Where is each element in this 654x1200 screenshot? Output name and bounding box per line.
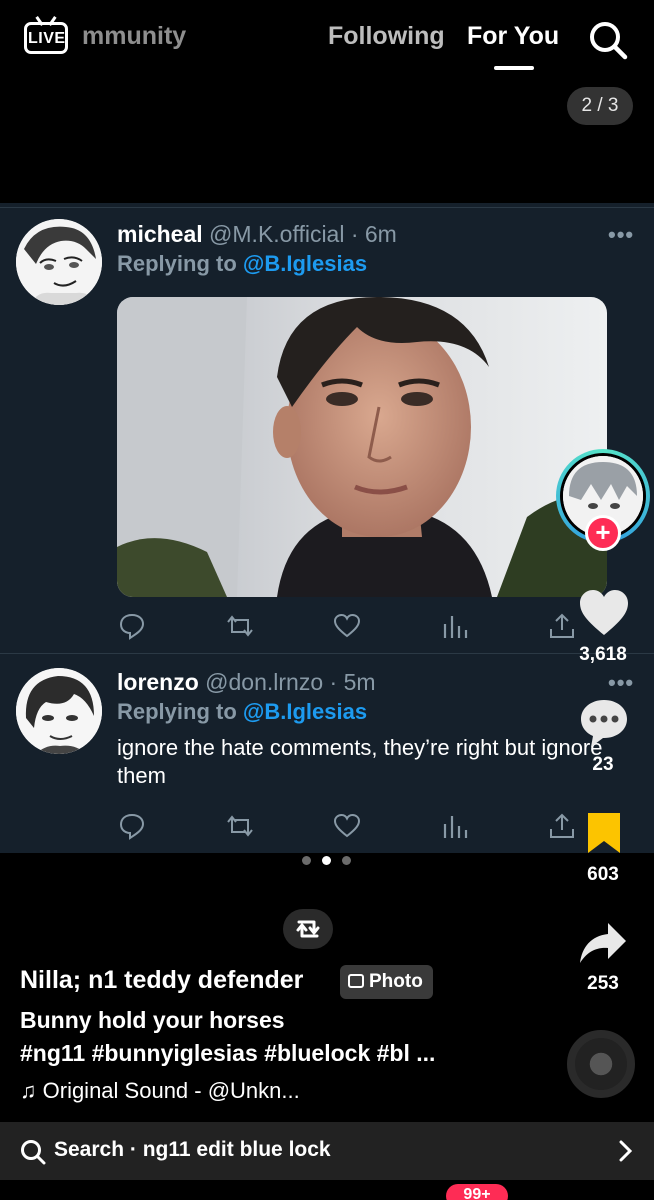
replying-prefix: Replying to — [117, 699, 237, 724]
live-icon[interactable]: LIVE — [24, 16, 68, 56]
retweet-icon[interactable] — [226, 612, 254, 640]
more-options-icon[interactable]: ••• — [608, 670, 634, 696]
carousel-dot[interactable] — [302, 856, 311, 865]
top-navigation: LIVE mmunity Following For You — [0, 0, 654, 90]
like-outline-icon[interactable] — [333, 812, 361, 840]
photo-page-counter: 2 / 3 — [567, 87, 633, 125]
bookmark-icon[interactable] — [586, 811, 622, 855]
share-arrow-icon[interactable] — [578, 921, 628, 965]
replying-to: Replying to @B.Iglesias — [117, 699, 367, 725]
share-count: 253 — [587, 973, 619, 994]
comment-icon[interactable] — [578, 697, 630, 749]
share-tweet-icon[interactable] — [548, 812, 576, 840]
avatar — [16, 668, 102, 754]
mention-link[interactable]: @B.Iglesias — [243, 699, 367, 724]
carousel-dot-active[interactable] — [322, 856, 331, 865]
photo-mode-badge[interactable]: Photo — [340, 965, 433, 999]
badge-label: Photo — [369, 971, 423, 992]
tab-for-you[interactable]: For You — [467, 22, 559, 51]
follow-plus-button[interactable]: + — [585, 515, 621, 551]
inbox-badge: 99+ — [446, 1184, 508, 1200]
tweet-text: ignore the hate comments, they’re right … — [117, 735, 603, 788]
bookmark-count: 603 — [587, 864, 619, 885]
photo-icon — [348, 974, 364, 988]
post-caption: Bunny hold your horses — [20, 1007, 285, 1033]
repost-button[interactable] — [283, 909, 333, 949]
music-disc-icon[interactable] — [567, 1030, 635, 1098]
search-suggestion: Search · ng11 edit blue lock — [54, 1138, 331, 1161]
post-hashtags[interactable]: #ng11 #bunnyiglesias #bluelock #bl ... — [20, 1040, 435, 1067]
bottom-tab-bar — [0, 1180, 654, 1200]
tweet-author[interactable]: micheal @M.K.official · 6m — [117, 221, 397, 248]
chevron-right-icon — [619, 1140, 633, 1162]
search-icon[interactable] — [588, 20, 628, 60]
handle-and-time: @don.lrnzo · 5m — [205, 669, 376, 695]
sound-row[interactable]: ♫ Original Sound - @Unkn... — [20, 1078, 300, 1104]
search-icon — [21, 1140, 46, 1165]
like-count: 3,618 — [579, 644, 627, 665]
handle-and-time: @M.K.official · 6m — [209, 221, 397, 247]
music-note-icon: ♫ — [20, 1078, 37, 1103]
tab-community[interactable]: mmunity — [82, 22, 186, 51]
live-label: LIVE — [28, 30, 66, 47]
repost-icon — [296, 920, 320, 938]
reply-icon[interactable] — [118, 812, 146, 840]
carousel-indicator — [300, 856, 356, 866]
display-name: micheal — [117, 221, 203, 247]
anime-avatar-illustration — [16, 668, 102, 754]
divider — [0, 653, 654, 654]
tweet-photo[interactable] — [117, 297, 607, 597]
like-outline-icon[interactable] — [333, 612, 361, 640]
like-heart-icon[interactable] — [578, 589, 630, 637]
replying-to: Replying to @B.Iglesias — [117, 251, 367, 277]
share-tweet-icon[interactable] — [548, 612, 576, 640]
display-name: lorenzo — [117, 669, 199, 695]
retweet-icon[interactable] — [226, 812, 254, 840]
more-options-icon[interactable]: ••• — [608, 222, 634, 248]
tweet-author[interactable]: lorenzo @don.lrnzo · 5m — [117, 669, 376, 696]
reply-icon[interactable] — [118, 612, 146, 640]
mention-link[interactable]: @B.Iglesias — [243, 251, 367, 276]
carousel-dot[interactable] — [342, 856, 351, 865]
views-icon[interactable] — [441, 612, 469, 640]
related-search-bar[interactable]: Search · ng11 edit blue lock — [0, 1122, 654, 1180]
sound-name: Original Sound - @Unkn... — [42, 1078, 300, 1103]
anime-avatar-illustration — [16, 219, 102, 305]
avatar — [16, 219, 102, 305]
views-icon[interactable] — [441, 812, 469, 840]
divider — [0, 207, 654, 208]
portrait-photo — [117, 297, 607, 597]
replying-prefix: Replying to — [117, 251, 237, 276]
active-tab-indicator — [494, 66, 534, 70]
tab-following[interactable]: Following — [328, 22, 445, 51]
post-author-name[interactable]: Nilla; n1 teddy defender — [20, 966, 303, 995]
comment-count: 23 — [592, 754, 614, 775]
